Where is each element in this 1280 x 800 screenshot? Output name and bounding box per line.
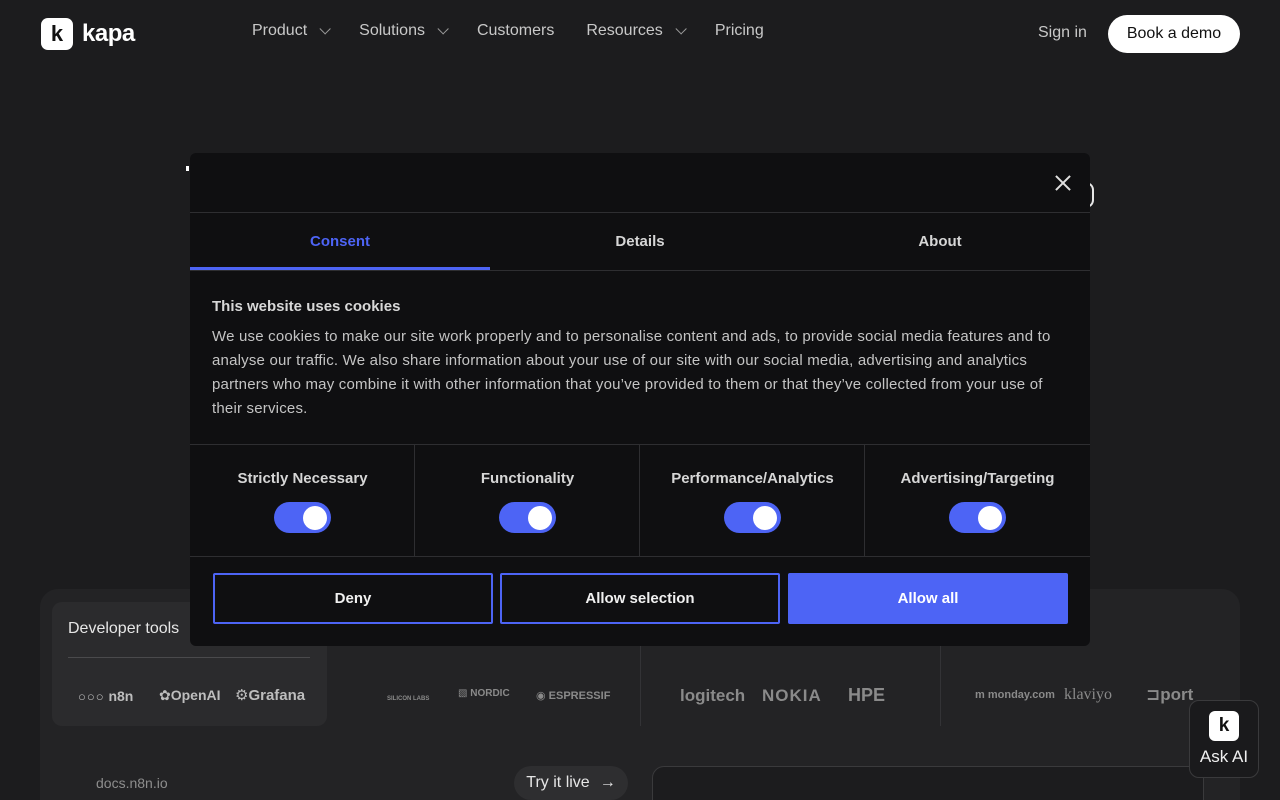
performance-analytics-toggle[interactable] [724,502,781,533]
category-label: Performance/Analytics [671,470,834,487]
brand-logo-port: ⊐port [1146,685,1194,704]
chevron-down-icon [675,23,687,35]
brand-logo-espressif: ◉ ESPRESSIF [536,690,611,702]
allow-all-button[interactable]: Allow all [788,573,1068,624]
brand-logo-klaviyo: klaviyo [1064,686,1112,703]
sign-in-link[interactable]: Sign in [1038,24,1087,42]
kapa-logo-text: kapa [82,20,135,47]
divider [640,640,641,726]
nordic-icon: ▧ [458,688,468,699]
top-nav: k kapa Product Solutions Customers Resou… [0,0,1280,66]
category-label: Functionality [480,470,575,487]
openai-icon: ✿ [159,687,171,703]
tab-details[interactable]: Details [490,213,790,270]
nav-item-product[interactable]: Product [252,22,331,40]
espressif-icon: ◉ [536,690,546,702]
nav-item-resources[interactable]: Resources [586,22,687,40]
close-icon[interactable] [1052,172,1074,194]
kapa-logo-mark: k [1209,711,1239,741]
n8n-icon: ○○○ [78,689,105,704]
nav-links: Product Solutions Customers Resources Pr… [252,22,796,40]
category-label: Strictly Necessary [237,470,368,487]
nav-item-label: Product [252,22,308,39]
functionality-toggle[interactable] [499,502,556,533]
chevron-down-icon [437,23,449,35]
preview-box [652,766,1204,800]
brand-logo-nokia: NOKIA [762,686,822,705]
grafana-icon: ⚙ [235,687,249,704]
brand-logo-silicon-labs: SILICON LABS [387,696,430,702]
category-advertising-targeting: Advertising/Targeting [865,444,1090,556]
category-performance-analytics: Performance/Analytics [640,444,865,556]
brand-logo-grafana: ⚙Grafana [235,687,306,704]
strictly-necessary-toggle[interactable] [274,502,331,533]
brand-logo-n8n: ○○○ n8n [78,688,134,704]
arrow-right-icon: → [599,774,616,791]
brand-logo-monday: m monday.com [975,689,1055,701]
nav-item-solutions[interactable]: Solutions [359,22,449,40]
nav-item-label: Customers [476,22,555,39]
ask-ai-label: Ask AI [1199,747,1249,766]
tab-about[interactable]: About [790,213,1090,270]
developer-tools-title: Developer tools [68,620,180,637]
port-icon: ⊐ [1146,685,1161,704]
cookie-title: This website uses cookies [212,298,401,315]
brand-logo-logitech: logitech [680,686,746,705]
nav-item-label: Solutions [359,22,425,39]
deny-button[interactable]: Deny [213,573,493,624]
ask-ai-widget[interactable]: k Ask AI [1189,700,1259,778]
try-it-live-button[interactable]: Try it live → [514,766,628,800]
nav-item-label: Resources [586,22,663,39]
nav-item-pricing[interactable]: Pricing [715,22,764,40]
category-functionality: Functionality [415,444,640,556]
toggle-knob [303,505,327,530]
cookie-consent-dialog: Consent Details About This website uses … [190,153,1090,646]
docs-url: docs.n8n.io [96,775,168,791]
tab-consent[interactable]: Consent [190,213,490,270]
toggle-knob [528,505,552,530]
nav-item-customers[interactable]: Customers [477,22,554,40]
try-it-live-label: Try it live [526,774,590,791]
divider [940,640,941,726]
brand-logo-hpe: HPE [848,685,886,705]
brand-logo-openai: ✿OpenAI [159,687,221,703]
toggle-knob [753,505,777,530]
consent-tabs: Consent Details About [190,213,1090,270]
divider [190,556,1090,557]
brand-logo-nordic: ▧ NORDIC [458,688,510,699]
kapa-logo[interactable]: k kapa [41,18,135,50]
book-demo-button[interactable]: Book a demo [1108,15,1240,53]
toggle-knob [978,505,1002,530]
category-label: Advertising/Targeting [900,470,1055,487]
category-strictly-necessary: Strictly Necessary [190,444,415,556]
divider [68,657,310,658]
nav-item-label: Pricing [714,22,764,39]
kapa-logo-mark: k [41,18,73,50]
monday-icon: m [975,689,985,701]
decorative-mark [186,166,189,171]
divider [190,270,1090,271]
advertising-targeting-toggle[interactable] [949,502,1006,533]
cookie-description: We use cookies to make our site work pro… [212,328,1051,417]
consent-categories: Strictly Necessary Functionality Perform… [190,444,1090,556]
allow-selection-button[interactable]: Allow selection [500,573,780,624]
chevron-down-icon [319,23,331,35]
